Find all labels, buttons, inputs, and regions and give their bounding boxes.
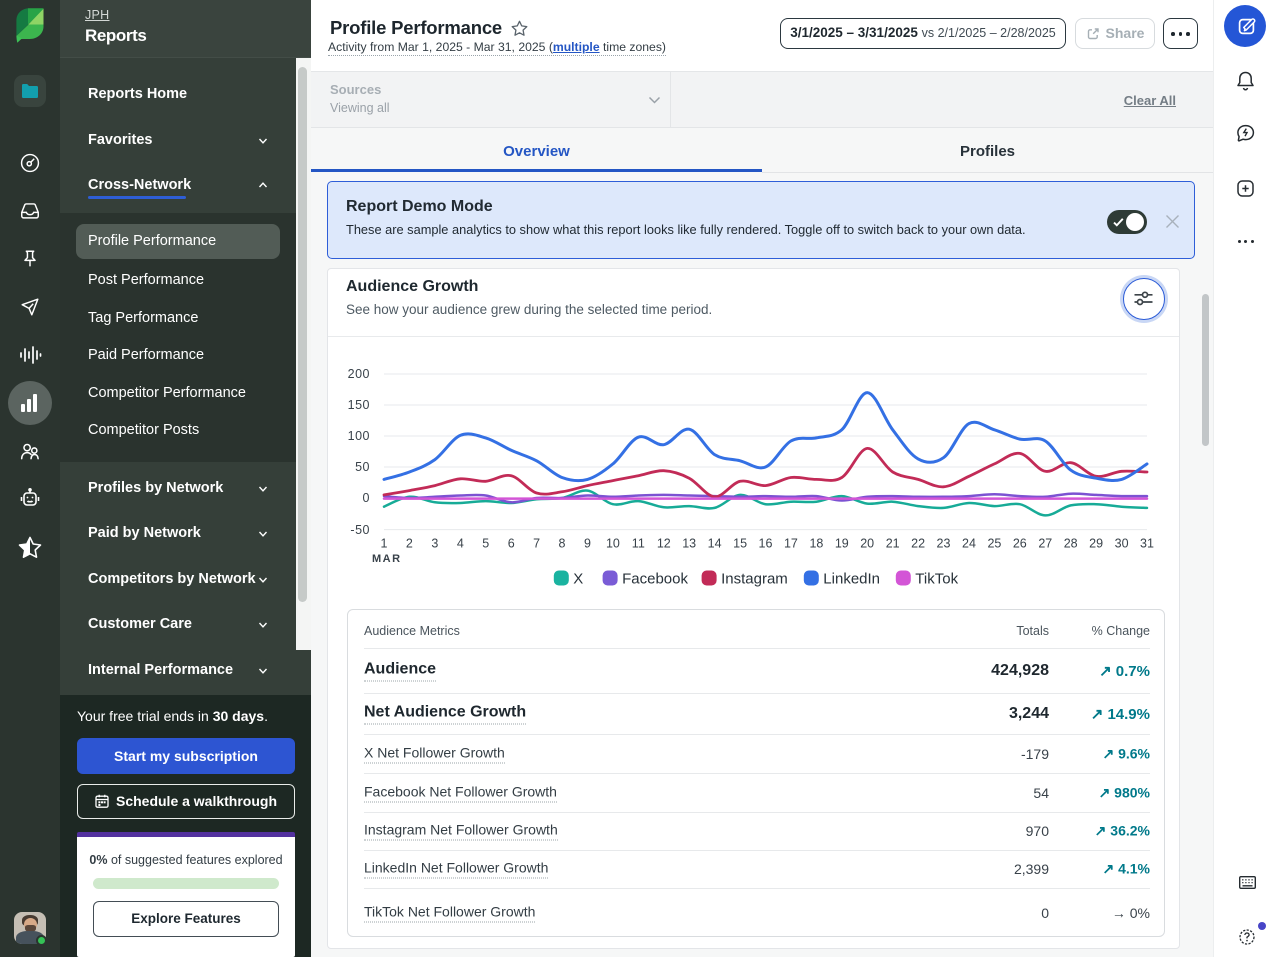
- svg-text:0: 0: [363, 491, 370, 505]
- svg-text:27: 27: [1038, 537, 1052, 551]
- svg-text:16: 16: [759, 537, 773, 551]
- svg-text:Facebook: Facebook: [622, 571, 688, 588]
- svg-text:14: 14: [708, 537, 722, 551]
- svg-text:200: 200: [348, 367, 370, 381]
- svg-text:2: 2: [406, 537, 413, 551]
- svg-text:9: 9: [584, 537, 591, 551]
- svg-text:LinkedIn: LinkedIn: [823, 571, 880, 588]
- svg-text:7: 7: [533, 537, 540, 551]
- svg-text:11: 11: [632, 537, 645, 551]
- svg-text:15: 15: [733, 537, 747, 551]
- svg-text:4: 4: [457, 537, 464, 551]
- svg-text:6: 6: [508, 537, 515, 551]
- svg-text:13: 13: [682, 537, 696, 551]
- svg-text:25: 25: [987, 537, 1001, 551]
- svg-text:100: 100: [348, 429, 370, 443]
- svg-text:1: 1: [381, 537, 388, 551]
- svg-text:50: 50: [355, 460, 370, 474]
- svg-text:MAR: MAR: [372, 553, 402, 565]
- svg-text:28: 28: [1064, 537, 1078, 551]
- svg-text:30: 30: [1115, 537, 1129, 551]
- svg-text:18: 18: [809, 537, 823, 551]
- svg-text:29: 29: [1089, 537, 1103, 551]
- svg-text:5: 5: [482, 537, 489, 551]
- svg-text:24: 24: [962, 537, 976, 551]
- svg-text:21: 21: [886, 537, 900, 551]
- svg-text:20: 20: [860, 537, 874, 551]
- svg-text:12: 12: [657, 537, 671, 551]
- svg-text:3: 3: [431, 537, 438, 551]
- svg-text:8: 8: [559, 537, 566, 551]
- svg-text:22: 22: [911, 537, 925, 551]
- svg-text:23: 23: [937, 537, 951, 551]
- svg-text:10: 10: [606, 537, 620, 551]
- svg-text:150: 150: [348, 398, 370, 412]
- svg-text:31: 31: [1140, 537, 1154, 551]
- svg-text:17: 17: [784, 537, 798, 551]
- svg-text:X: X: [573, 571, 583, 588]
- svg-text:-50: -50: [350, 523, 370, 537]
- svg-text:Instagram: Instagram: [721, 571, 788, 588]
- svg-text:19: 19: [835, 537, 849, 551]
- svg-text:TikTok: TikTok: [915, 571, 958, 588]
- svg-text:26: 26: [1013, 537, 1027, 551]
